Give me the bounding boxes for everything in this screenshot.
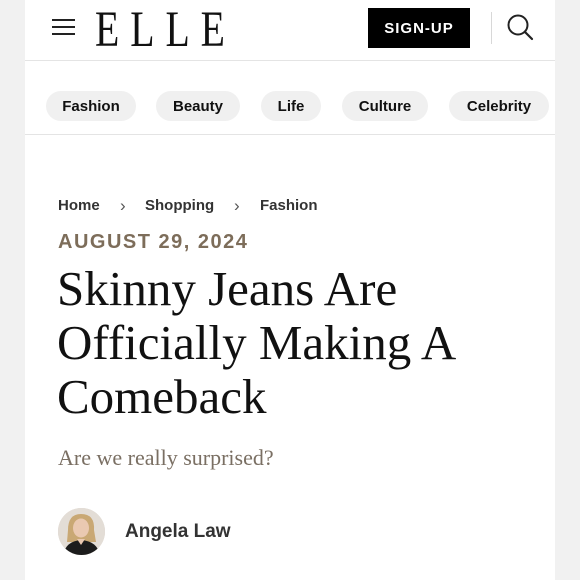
chevron-right-icon: › (234, 196, 240, 215)
category-pill-fashion[interactable]: Fashion (46, 91, 136, 121)
category-pill-beauty[interactable]: Beauty (156, 91, 240, 121)
breadcrumb-fashion[interactable]: Fashion (260, 197, 318, 214)
hamburger-menu-icon[interactable] (52, 17, 75, 37)
breadcrumb-home[interactable]: Home (58, 197, 100, 214)
page: ELLE SIGN-UP Fashion Beauty Life Culture… (25, 0, 555, 580)
author-name[interactable]: Angela Law (125, 521, 231, 543)
elle-logo[interactable]: ELLE (95, 2, 236, 58)
divider (491, 12, 492, 44)
search-icon[interactable] (506, 13, 534, 41)
chevron-right-icon: › (120, 196, 126, 215)
category-nav: Fashion Beauty Life Culture Celebrity (25, 61, 555, 135)
category-pill-life[interactable]: Life (261, 91, 321, 121)
category-pill-culture[interactable]: Culture (342, 91, 428, 121)
top-navigation-bar: ELLE SIGN-UP (25, 0, 555, 61)
author-avatar[interactable] (58, 508, 105, 555)
article-date: AUGUST 29, 2024 (58, 231, 249, 253)
article-headline: Skinny Jeans Are Officially Making A Com… (57, 261, 454, 424)
sign-up-button[interactable]: SIGN-UP (368, 8, 470, 48)
category-pill-celebrity[interactable]: Celebrity (449, 91, 549, 121)
article-dek: Are we really surprised? (58, 445, 274, 470)
breadcrumb-shopping[interactable]: Shopping (145, 197, 214, 214)
